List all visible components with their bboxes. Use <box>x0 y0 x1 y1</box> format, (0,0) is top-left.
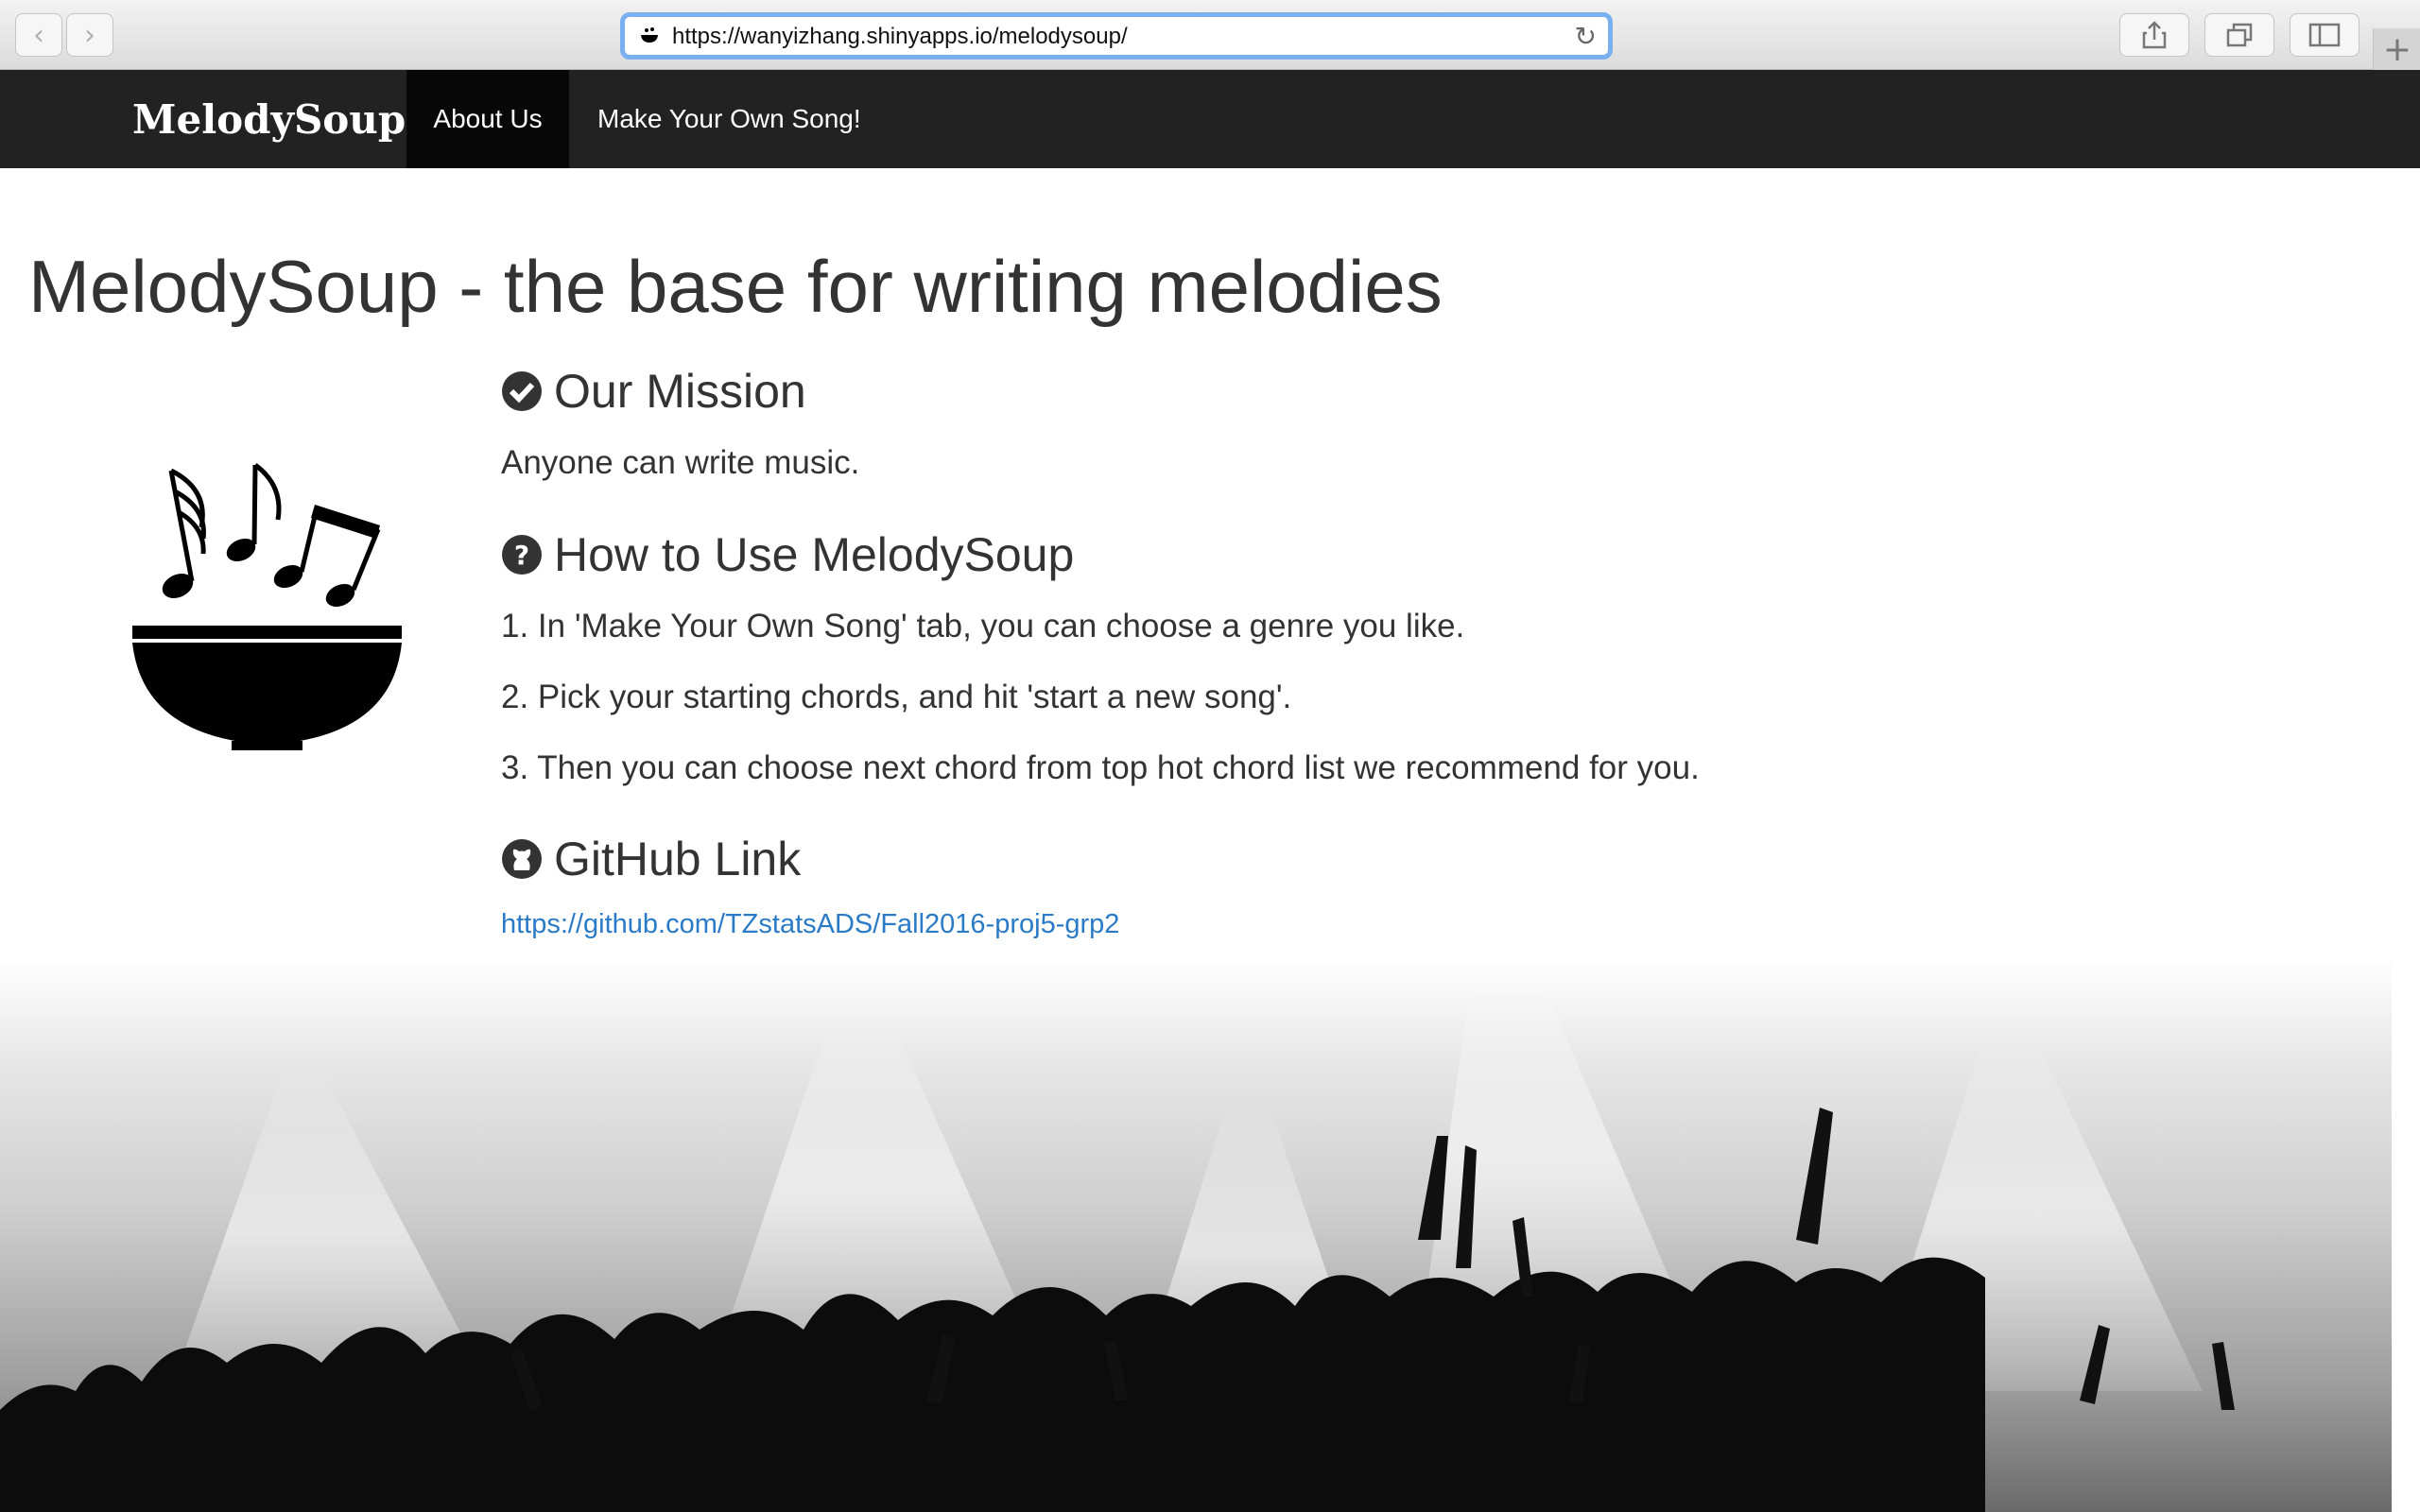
howto-step-2: 2. Pick your starting chords, and hit 's… <box>501 679 1292 715</box>
app-navbar: MelodySoup About Us Make Your Own Song! <box>0 70 2420 168</box>
sidebar-icon <box>2308 23 2341 47</box>
github-heading: GitHub Link <box>501 832 801 886</box>
svg-text:?: ? <box>514 540 529 571</box>
mission-heading: Our Mission <box>501 364 806 419</box>
howto-step-3: 3. Then you can choose next chord from t… <box>501 749 1700 786</box>
tab-make-your-own-song[interactable]: Make Your Own Song! <box>597 70 861 168</box>
check-circle-icon <box>502 371 542 411</box>
tab-about-us[interactable]: About Us <box>406 70 569 168</box>
reload-icon[interactable]: ↻ <box>1575 21 1597 52</box>
forward-button[interactable]: › <box>66 13 113 57</box>
brand-logo-text[interactable]: MelodySoup <box>132 96 406 143</box>
mission-heading-text: Our Mission <box>554 365 806 418</box>
tabs-button[interactable] <box>2204 13 2274 57</box>
concert-crowd-image <box>0 956 2392 1512</box>
page-title: MelodySoup - the base for writing melodi… <box>28 245 1443 328</box>
share-button[interactable] <box>2119 13 2189 57</box>
question-circle-icon: ? <box>502 535 542 575</box>
address-bar[interactable]: https://wanyizhang.shinyapps.io/melodyso… <box>620 12 1613 60</box>
github-link[interactable]: https://github.com/TZstatsADS/Fall2016-p… <box>501 909 1119 940</box>
back-button[interactable]: ‹ <box>15 13 62 57</box>
new-tab-button[interactable]: + <box>2373 28 2420 70</box>
howto-heading: ? How to Use MelodySoup <box>501 527 1074 582</box>
github-heading-text: GitHub Link <box>554 833 802 885</box>
plus-icon: + <box>2382 29 2412 69</box>
url-text[interactable]: https://wanyizhang.shinyapps.io/melodyso… <box>672 24 1128 50</box>
browser-toolbar: ‹ › https://wanyizhang.shinyapps.io/melo… <box>0 0 2420 70</box>
share-icon <box>2142 21 2167 49</box>
github-icon <box>502 839 542 879</box>
chevron-right-icon: › <box>84 18 95 52</box>
howto-heading-text: How to Use MelodySoup <box>554 528 1075 581</box>
chevron-left-icon: ‹ <box>33 18 44 52</box>
sidebar-button[interactable] <box>2290 13 2360 57</box>
tabs-icon <box>2226 23 2253 47</box>
melodysoup-logo-image <box>132 463 402 750</box>
favicon-icon <box>641 27 658 43</box>
mission-text: Anyone can write music. <box>501 444 860 481</box>
howto-step-1: 1. In 'Make Your Own Song' tab, you can … <box>501 608 1465 644</box>
